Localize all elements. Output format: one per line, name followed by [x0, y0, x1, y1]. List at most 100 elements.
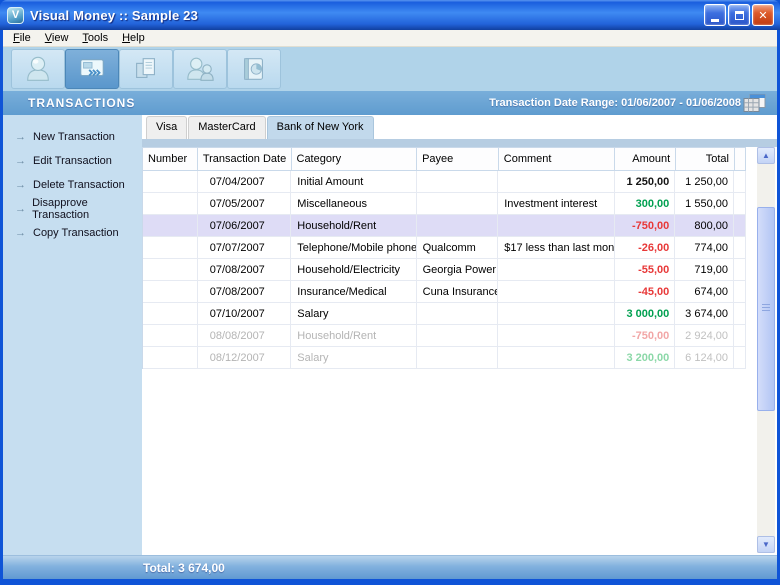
maximize-button[interactable] [728, 4, 750, 26]
table-row[interactable]: 07/05/2007MiscellaneousInvestment intere… [143, 193, 746, 215]
close-button[interactable]: ✕ [752, 4, 774, 26]
cell-filler [734, 237, 746, 259]
table-row[interactable]: 08/12/2007Salary3 200,006 124,00 [143, 347, 746, 369]
table-row[interactable]: 07/07/2007Telephone/Mobile phoneQualcomm… [143, 237, 746, 259]
cell-total: 800,00 [675, 215, 734, 237]
toolbar-button-payees[interactable] [173, 49, 227, 89]
menu-help[interactable]: Help [115, 31, 152, 45]
account-tabs: VisaMasterCardBank of New York [146, 116, 375, 139]
tab-mastercard[interactable]: MasterCard [188, 116, 265, 139]
column-header-payee[interactable]: Payee [417, 148, 499, 171]
toolbar-button-documents[interactable] [119, 49, 173, 89]
section-bar: TRANSACTIONS Transaction Date Range: 01/… [3, 91, 777, 115]
sidebar-item-edit-transaction[interactable]: →Edit Transaction [3, 149, 142, 173]
cell-total: 2 924,00 [675, 325, 734, 347]
cell-total: 674,00 [675, 281, 734, 303]
cell-comment [498, 303, 614, 325]
cell-total: 6 124,00 [675, 347, 734, 369]
menu-view[interactable]: View [38, 31, 76, 45]
cell-comment [498, 259, 614, 281]
tab-strip [142, 139, 777, 147]
chevron-up-icon: ▲ [762, 151, 770, 160]
table-row[interactable]: 08/08/2007Household/Rent-750,002 924,00 [143, 325, 746, 347]
users-icon [185, 54, 215, 84]
cell-total: 1 250,00 [675, 171, 734, 193]
cell-comment [498, 171, 614, 193]
cell-filler [734, 347, 746, 369]
date-range-label: Transaction Date Range: 01/06/2007 - 01/… [489, 97, 741, 109]
cell-payee [417, 347, 499, 369]
close-icon: ✕ [758, 9, 767, 22]
page-title: TRANSACTIONS [28, 96, 135, 110]
cell-number [143, 347, 198, 369]
cell-comment [498, 347, 614, 369]
column-header-total[interactable]: Total [676, 148, 735, 171]
cell-filler [734, 193, 746, 215]
cell-payee: Georgia Power [417, 259, 499, 281]
cell-amount: -45,00 [615, 281, 676, 303]
menu-file[interactable]: File [6, 31, 38, 45]
cell-comment [498, 215, 614, 237]
cell-payee: Cuna Insurance [417, 281, 499, 303]
cell-filler [734, 303, 746, 325]
cell-date: 07/08/2007 [198, 281, 292, 303]
title-bar[interactable]: V Visual Money :: Sample 23 ✕ [0, 0, 780, 30]
calendar-button[interactable] [743, 94, 767, 112]
column-header-category[interactable]: Category [292, 148, 418, 171]
cell-total: 3 674,00 [675, 303, 734, 325]
client-area: FileViewToolsHelp [3, 30, 777, 579]
scrollbar-thumb[interactable] [757, 207, 775, 411]
transactions-table: NumberTransaction DateCategoryPayeeComme… [142, 147, 746, 369]
sidebar-item-label: Disapprove Transaction [32, 197, 142, 221]
sidebar-item-new-transaction[interactable]: →New Transaction [3, 125, 142, 149]
column-header-comment[interactable]: Comment [499, 148, 616, 171]
sidebar-item-disapprove-transaction[interactable]: →Disapprove Transaction [3, 197, 142, 221]
tab-visa[interactable]: Visa [146, 116, 187, 139]
table-row[interactable]: 07/04/2007Initial Amount1 250,001 250,00 [143, 171, 746, 193]
cell-filler [734, 171, 746, 193]
tab-bank-of-new-york[interactable]: Bank of New York [267, 116, 374, 139]
cell-number [143, 325, 198, 347]
sidebar-item-copy-transaction[interactable]: →Copy Transaction [3, 221, 142, 245]
table-row[interactable]: 07/08/2007Household/ElectricityGeorgia P… [143, 259, 746, 281]
sidebar-item-delete-transaction[interactable]: →Delete Transaction [3, 173, 142, 197]
toolbar-button-reports[interactable] [227, 49, 281, 89]
cell-amount: 300,00 [615, 193, 676, 215]
menu-tools[interactable]: Tools [75, 31, 115, 45]
toolbar-button-accounts[interactable] [11, 49, 65, 89]
cell-date: 07/05/2007 [198, 193, 292, 215]
cell-category: Initial Amount [291, 171, 416, 193]
cell-category: Household/Rent [291, 325, 416, 347]
cell-payee [417, 303, 499, 325]
scroll-up-button[interactable]: ▲ [757, 147, 775, 164]
cell-amount: -750,00 [615, 215, 676, 237]
cell-filler [734, 281, 746, 303]
transactions-icon [77, 54, 107, 84]
sidebar-item-label: Delete Transaction [33, 179, 125, 191]
table-row[interactable]: 07/06/2007Household/Rent-750,00800,00 [143, 215, 746, 237]
cell-number [143, 259, 198, 281]
cell-category: Insurance/Medical [291, 281, 416, 303]
column-header-number[interactable]: Number [143, 148, 198, 171]
column-header-filler[interactable] [735, 148, 746, 171]
cell-amount: 3 000,00 [615, 303, 676, 325]
column-header-date[interactable]: Transaction Date [198, 148, 292, 171]
cell-number [143, 237, 198, 259]
toolbar-button-transactions[interactable] [65, 49, 119, 89]
cell-amount: 1 250,00 [615, 171, 676, 193]
chevron-down-icon: ▼ [762, 540, 770, 549]
app-window: V Visual Money :: Sample 23 ✕ FileViewTo… [0, 0, 780, 585]
cell-filler [734, 259, 746, 281]
cell-category: Household/Electricity [291, 259, 416, 281]
table-row[interactable]: 07/08/2007Insurance/MedicalCuna Insuranc… [143, 281, 746, 303]
minimize-button[interactable] [704, 4, 726, 26]
cell-comment [498, 325, 614, 347]
scroll-down-button[interactable]: ▼ [757, 536, 775, 553]
table-row[interactable]: 07/10/2007Salary3 000,003 674,00 [143, 303, 746, 325]
maximize-icon [735, 11, 744, 20]
cell-category: Salary [291, 347, 416, 369]
window-controls: ✕ [704, 4, 774, 26]
vertical-scrollbar[interactable]: ▲ ▼ [757, 147, 775, 553]
cell-number [143, 171, 198, 193]
column-header-amount[interactable]: Amount [615, 148, 676, 171]
